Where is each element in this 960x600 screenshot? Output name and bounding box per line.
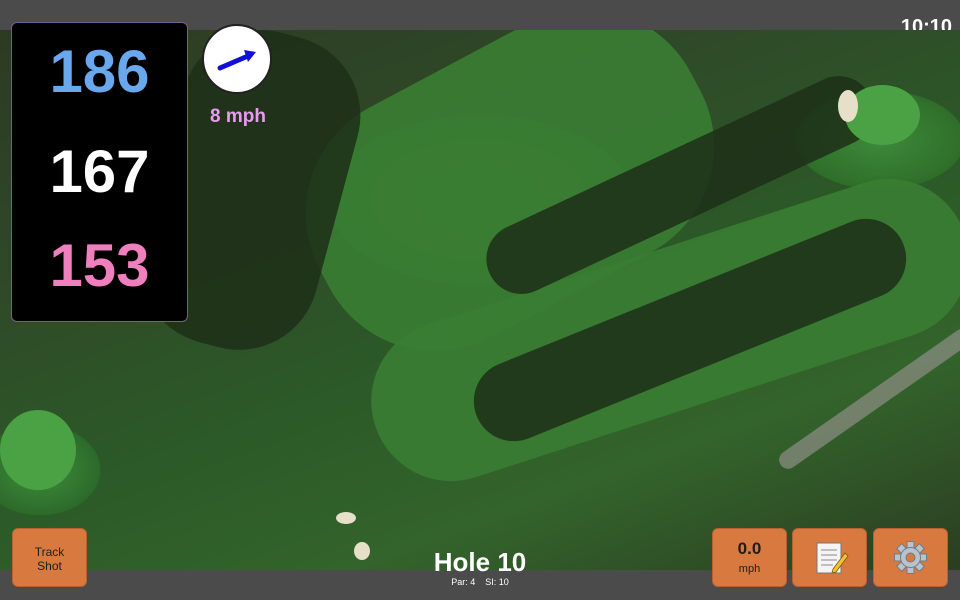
back-distance: 186 [49, 38, 150, 105]
wind-indicator[interactable] [202, 24, 272, 94]
settings-button[interactable] [873, 528, 948, 587]
front-distance: 153 [49, 232, 150, 299]
arrow-icon [217, 50, 256, 71]
notepad-icon [816, 542, 849, 574]
bunker [354, 542, 370, 560]
speed-value: 0.0 [737, 539, 762, 558]
hole-info: Par: 4 SI: 10 [380, 577, 580, 587]
practice-green [0, 410, 76, 490]
speed-button[interactable]: 0.0 mph [712, 528, 787, 587]
stroke-index-label: SI: 10 [485, 577, 509, 587]
hole-title: Hole 10 [433, 547, 527, 577]
bunker [336, 512, 356, 524]
notes-button[interactable] [792, 528, 867, 587]
par-label: Par: 4 [451, 577, 476, 587]
track-shot-button[interactable]: Track Shot [12, 528, 87, 587]
bunker [838, 90, 858, 122]
gear-icon [894, 541, 927, 574]
wind-speed: 8 mph [210, 106, 266, 127]
distance-panel: 186 167 153 [11, 22, 188, 322]
speed-unit: mph [738, 563, 761, 575]
middle-distance: 167 [49, 138, 150, 205]
